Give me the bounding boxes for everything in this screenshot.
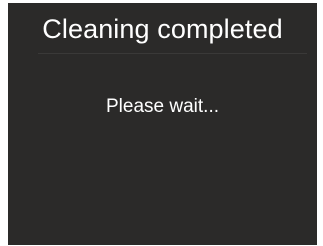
screen-title: Cleaning completed [42, 14, 283, 44]
title-divider [38, 53, 307, 54]
status-message: Please wait... [106, 96, 219, 117]
display-screen: Cleaning completed Please wait... [8, 3, 317, 245]
